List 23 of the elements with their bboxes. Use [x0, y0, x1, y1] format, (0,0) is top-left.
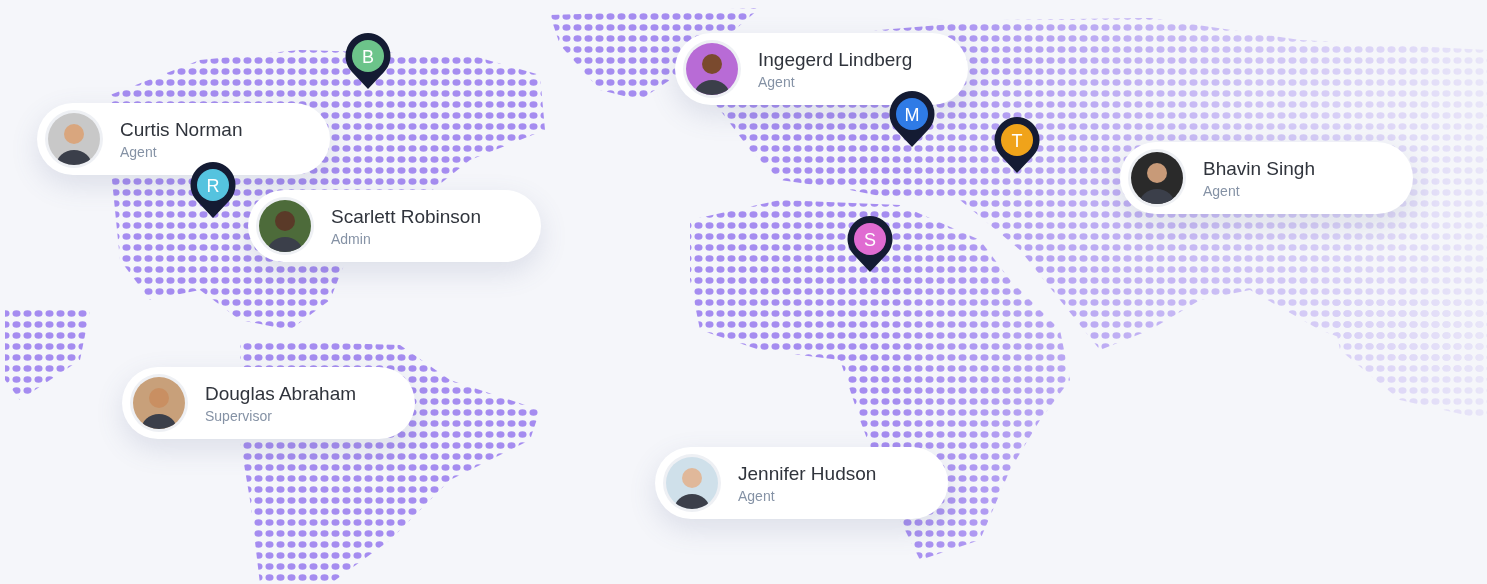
person-role: Supervisor: [205, 407, 273, 424]
avatar-icon: [663, 454, 721, 512]
map-pin-icon: M: [888, 90, 936, 148]
person-name: Bhavin Singh: [1203, 157, 1315, 180]
map-pin-icon: S: [846, 215, 894, 273]
person-role: Admin: [331, 230, 372, 247]
person-role: Agent: [120, 143, 158, 160]
avatar-icon: [130, 374, 188, 432]
person-name: Scarlett Robinson: [331, 205, 481, 228]
person-name: Curtis Norman: [120, 118, 243, 141]
person-name: Douglas Abraham: [205, 382, 357, 405]
avatar-icon: [1128, 149, 1186, 207]
person-name: Jennifer Hudson: [738, 462, 877, 485]
map-pin-icon: B: [344, 32, 392, 90]
map-pin-icon: T: [993, 116, 1041, 174]
person-name: Ingegerd Lindberg: [758, 48, 913, 71]
person-role: Agent: [738, 487, 776, 504]
person-role: Agent: [1203, 182, 1241, 199]
map-pin-icon: R: [189, 161, 237, 219]
person-role: Agent: [758, 73, 796, 90]
avatar-icon: [683, 40, 741, 98]
avatar-icon: [45, 110, 103, 168]
avatar-icon: [256, 197, 314, 255]
